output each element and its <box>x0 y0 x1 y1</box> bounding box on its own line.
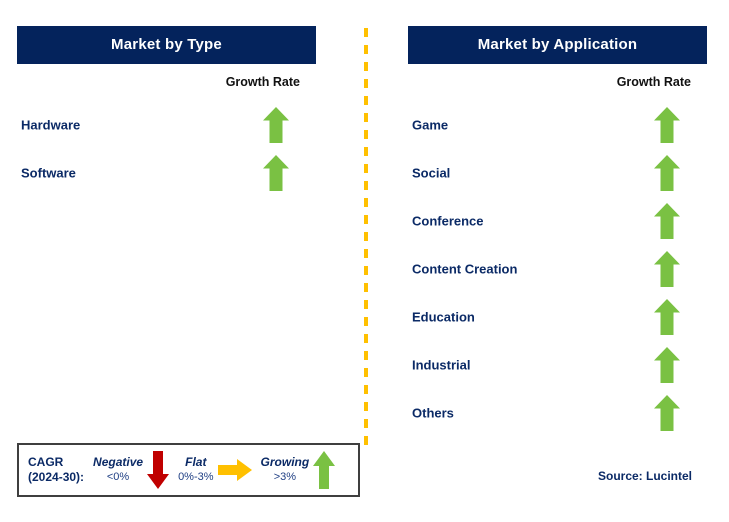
legend-range-growing: >3% <box>273 471 297 483</box>
legend-state-negative: Negative <box>93 455 144 469</box>
legend-texts-growing: Growing >3% <box>261 455 310 485</box>
legend-title-line1: CAGR <box>28 455 64 469</box>
table-row: Industrial <box>408 341 707 389</box>
segment-label-conference: Conference <box>412 213 484 229</box>
arrow-up-icon <box>654 155 680 191</box>
panel-title-market-by-type: Market by Type <box>17 26 316 64</box>
table-row: Conference <box>408 197 707 245</box>
arrow-up-icon <box>263 155 289 191</box>
arrow-up-icon <box>654 347 680 383</box>
arrow-up-icon <box>313 451 336 489</box>
legend-range-flat: 0%-3% <box>178 471 214 483</box>
arrow-up-icon <box>654 299 680 335</box>
source-attribution: Source: Lucintel <box>598 469 693 483</box>
legend-state-flat: Flat <box>185 455 207 469</box>
table-row: Hardware <box>17 101 316 149</box>
table-row: Game <box>408 101 707 149</box>
arrow-down-icon <box>147 451 170 489</box>
segment-label-game: Game <box>412 117 449 133</box>
cagr-legend: CAGR (2024-30): Negative <0% Flat 0%-3% <box>17 443 360 497</box>
segment-label-software: Software <box>21 165 76 181</box>
legend-state-growing: Growing <box>260 455 310 469</box>
table-row: Software <box>17 149 316 197</box>
arrow-up-icon <box>654 395 680 431</box>
vertical-dashed-divider <box>364 28 368 450</box>
growth-rate-label-left: Growth Rate <box>225 75 300 89</box>
table-row: Social <box>408 149 707 197</box>
segment-label-hardware: Hardware <box>21 117 81 133</box>
infographic-canvas: Market by Type Growth Rate Hardware Soft… <box>0 0 729 522</box>
legend-title-line2: (2024-30): <box>28 470 85 484</box>
table-row: Education <box>408 293 707 341</box>
legend-texts-flat: Flat 0%-3% <box>178 455 213 485</box>
segment-label-industrial: Industrial <box>412 357 471 373</box>
market-by-type-panel: Market by Type Growth Rate Hardware Soft… <box>17 26 316 197</box>
arrow-up-icon <box>654 203 680 239</box>
arrow-up-icon <box>654 251 680 287</box>
arrow-up-icon <box>654 107 680 143</box>
legend-range-negative: <0% <box>106 471 130 483</box>
market-by-application-rows: Game Social Conference Content Creation … <box>408 101 707 437</box>
legend-texts-negative: Negative <0% <box>93 455 143 485</box>
market-by-type-rows: Hardware Software <box>17 101 316 197</box>
arrow-right-icon <box>217 459 252 481</box>
panel-title-market-by-application: Market by Application <box>408 26 707 64</box>
table-row: Content Creation <box>408 245 707 293</box>
legend-title: CAGR (2024-30): <box>28 455 84 485</box>
table-row: Others <box>408 389 707 437</box>
arrow-up-icon <box>263 107 289 143</box>
segment-label-content-creation: Content Creation <box>412 261 518 277</box>
market-by-application-panel: Market by Application Growth Rate Game S… <box>408 26 707 437</box>
segment-label-others: Others <box>412 405 454 421</box>
growth-rate-label-right: Growth Rate <box>616 75 691 89</box>
legend-item-flat: Flat 0%-3% <box>178 455 252 485</box>
segment-label-education: Education <box>412 309 475 325</box>
legend-item-negative: Negative <0% <box>93 451 170 489</box>
segment-label-social: Social <box>412 165 451 181</box>
legend-item-growing: Growing >3% <box>261 451 336 489</box>
